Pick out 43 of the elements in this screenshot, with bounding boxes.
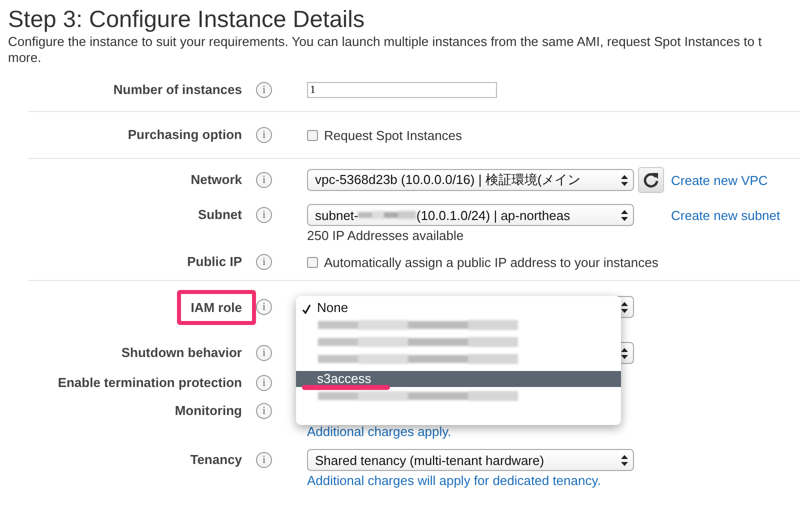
number-input[interactable]: 1 — [307, 82, 497, 98]
info-icon[interactable]: i — [256, 207, 272, 223]
info-icon[interactable]: i — [256, 172, 272, 188]
create-link[interactable]: Create new subnet — [671, 208, 780, 222]
stepper-icon — [621, 210, 628, 220]
checkbox[interactable] — [307, 256, 318, 268]
info-icon[interactable]: i — [256, 254, 272, 270]
field-label: Enable termination protection — [58, 375, 242, 390]
create-link[interactable]: Create new VPC — [671, 172, 768, 188]
checkbox-label: Automatically assign a public IP address to your instances — [324, 254, 658, 270]
charges-link[interactable]: Additional charges apply. — [307, 424, 452, 439]
highlighted-label: IAM role — [176, 290, 256, 324]
field-label: Public IP — [187, 254, 242, 269]
checkbox-label: Request Spot Instances — [324, 128, 462, 142]
description-text: Configure the instance to suit your requirements. You can launch multiple instances from the same AMI, request Spot Instances to t — [7, 34, 763, 50]
field-label: Tenancy — [190, 452, 242, 467]
field-label: Monitoring — [174, 403, 242, 418]
page-title: Step 3: Configure Instance Details — [7, 5, 366, 34]
field-label: Number of instances — [113, 82, 242, 97]
refresh-icon — [643, 172, 659, 188]
select-dropdown[interactable]: Shared tenancy (multi-tenant hardware) — [307, 449, 634, 471]
info-icon[interactable]: i — [256, 299, 272, 315]
checkbox[interactable] — [307, 130, 318, 140]
stepper-icon — [621, 454, 628, 466]
description-text: more. — [7, 50, 42, 66]
charges-link[interactable]: Additional charges will apply for dedicated tenancy. — [307, 473, 601, 488]
menu-option[interactable]: None — [296, 300, 621, 316]
info-icon[interactable]: i — [256, 375, 272, 391]
select-dropdown[interactable]: subnet- (10.0.1.0/24) | ap-northeas — [307, 204, 634, 226]
help-text: 250 IP Addresses available — [307, 228, 464, 243]
select-dropdown[interactable]: vpc-5368d23b (10.0.0.0/16) | 検証環境(メイン — [307, 169, 634, 191]
refresh-button[interactable] — [638, 167, 664, 193]
info-icon[interactable]: i — [256, 127, 272, 143]
field-label: Subnet — [198, 207, 242, 222]
info-icon[interactable]: i — [256, 403, 272, 419]
info-icon[interactable]: i — [256, 345, 272, 361]
info-icon[interactable]: i — [256, 452, 272, 468]
info-icon[interactable]: i — [256, 82, 272, 98]
stepper-icon — [621, 174, 628, 186]
menu-option[interactable]: s3access — [296, 371, 621, 387]
field-label: Shutdown behavior — [121, 345, 242, 360]
field-label: Purchasing option — [128, 127, 242, 142]
field-label: Network — [190, 172, 242, 187]
